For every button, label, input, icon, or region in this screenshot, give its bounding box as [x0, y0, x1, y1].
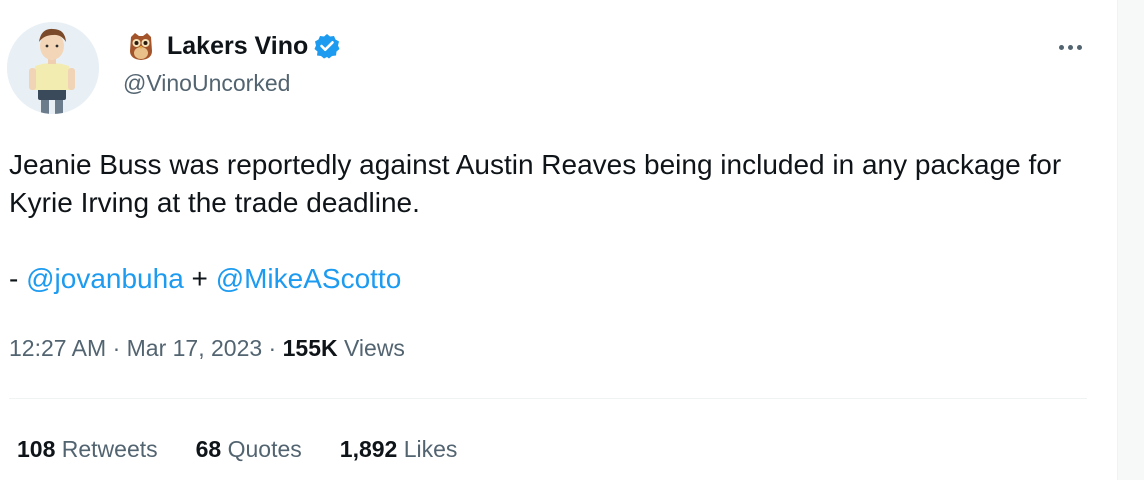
retweets-stat[interactable]: 108 Retweets	[17, 434, 158, 464]
author-handle[interactable]: @VinoUncorked	[123, 70, 290, 97]
retweets-label: Retweets	[55, 436, 158, 462]
avatar-illustration	[7, 22, 99, 114]
more-dot	[1076, 44, 1082, 50]
avatar[interactable]	[7, 22, 99, 114]
likes-count: 1,892	[339, 436, 398, 462]
quotes-count: 68	[195, 436, 222, 462]
retweets-count: 108	[17, 436, 56, 462]
tweet-date[interactable]: Mar 17, 2023	[127, 335, 263, 361]
tweet-credit-line: - @jovanbuha + @MikeAScotto	[9, 260, 401, 298]
engagement-stats: 108 Retweets 68 Quotes 1,892 Likes	[17, 434, 495, 464]
likes-label: Likes	[397, 436, 458, 462]
more-options-button[interactable]	[1050, 36, 1090, 58]
views-count[interactable]: 155K	[283, 335, 338, 361]
mention-link-mikeascotto[interactable]: @MikeAScotto	[216, 263, 402, 294]
views-label[interactable]: Views	[338, 335, 405, 361]
owl-icon	[130, 33, 152, 60]
tweet-meta: 12:27 AM · Mar 17, 2023 · 155K Views	[9, 333, 405, 363]
meta-separator: ·	[106, 335, 127, 361]
quotes-stat[interactable]: 68 Quotes	[196, 434, 302, 464]
quotes-label: Quotes	[221, 436, 302, 462]
mention-link-jovanbuha[interactable]: @jovanbuha	[26, 263, 184, 294]
more-dot	[1067, 44, 1073, 50]
verified-badge-icon[interactable]	[314, 33, 340, 59]
right-gutter	[1118, 0, 1144, 480]
author-display-name[interactable]: Lakers Vino	[167, 32, 308, 61]
credit-joiner: +	[183, 263, 216, 294]
more-dots-icon	[1058, 44, 1064, 50]
stats-divider	[9, 398, 1087, 399]
likes-stat[interactable]: 1,892 Likes	[340, 434, 458, 464]
credit-prefix: -	[9, 263, 27, 294]
tweet-text: Jeanie Buss was reportedly against Austi…	[9, 149, 1062, 218]
author-name-row[interactable]: Lakers Vino	[127, 30, 340, 62]
meta-separator: ·	[262, 335, 283, 361]
tweet-time[interactable]: 12:27 AM	[9, 335, 106, 361]
